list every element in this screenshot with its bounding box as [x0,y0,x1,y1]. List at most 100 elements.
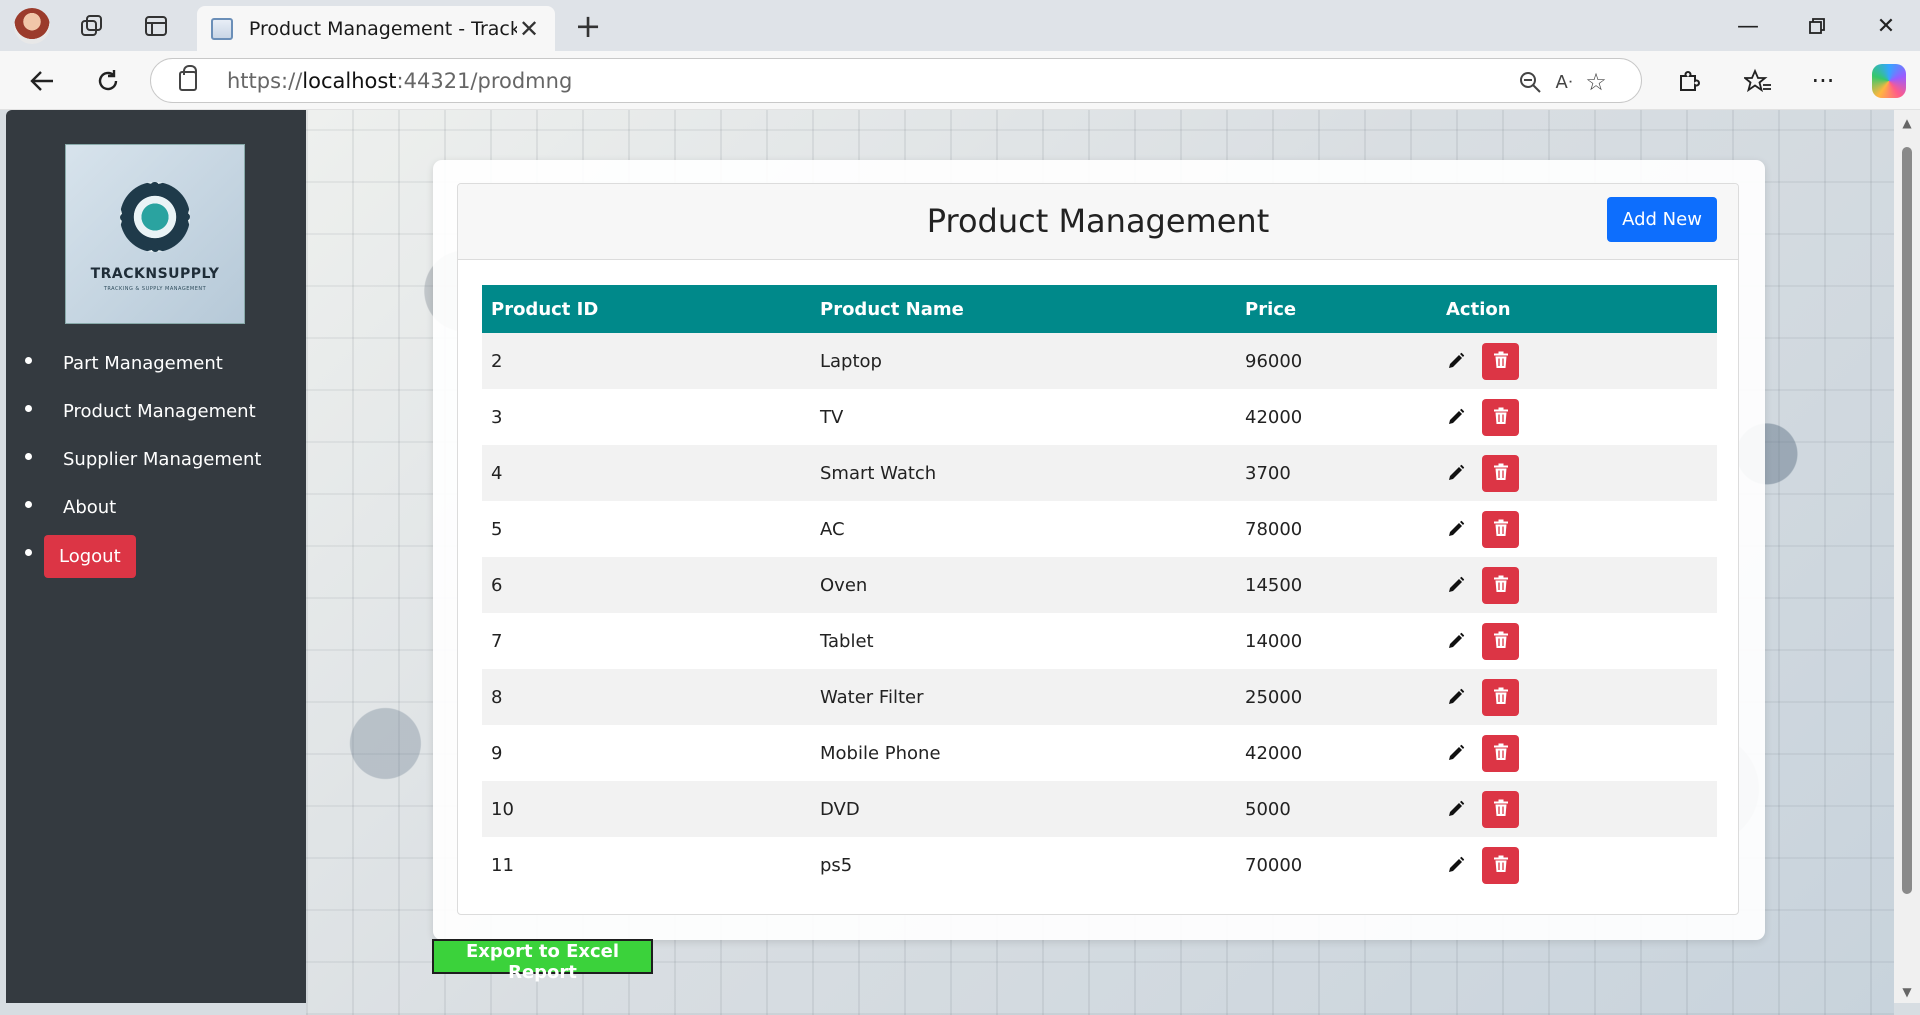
column-header-product-name: Product Name [820,298,964,320]
tab-actions-icon[interactable] [140,10,172,42]
product-name-cell: Oven [820,574,868,596]
logo-text: TRACKNSUPPLY [90,266,220,282]
edit-pencil-icon[interactable] [1446,519,1466,539]
workspaces-icon[interactable] [76,10,108,42]
scroll-up-icon[interactable]: ▲ [1900,116,1914,130]
price-cell: 78000 [1245,518,1303,540]
price-cell: 70000 [1245,854,1303,876]
copilot-icon[interactable] [1872,64,1906,98]
export-excel-button[interactable]: Export to Excel Report [432,939,653,983]
sidebar-item-product-management: Product Management [6,387,306,435]
edit-pencil-icon[interactable] [1446,855,1466,875]
product-table: Product ID Product Name Price Action 2 La… [482,285,1717,893]
gear-truck-icon [120,182,190,252]
extensions-icon[interactable] [1670,63,1706,99]
product-name-cell: DVD [820,798,860,820]
delete-button[interactable] [1482,790,1519,828]
price-cell: 14000 [1245,630,1303,652]
action-cell [1437,613,1717,669]
column-header-action: Action [1446,298,1511,320]
add-new-button[interactable]: Add New [1607,197,1717,242]
table-row: 4 Smart Watch 3700 [482,445,1717,501]
delete-button[interactable] [1482,566,1519,604]
price-cell: 14500 [1245,574,1303,596]
minimize-icon[interactable]: — [1728,8,1768,44]
action-cell [1437,333,1717,389]
zoom-out-icon[interactable] [1513,65,1547,99]
close-window-icon[interactable]: ✕ [1866,8,1906,44]
row-actions [1446,454,1717,492]
row-actions [1446,846,1717,884]
action-cell [1437,445,1717,501]
restore-icon[interactable] [1797,8,1837,44]
product-name-cell: TV [820,406,844,428]
trash-icon [1493,855,1509,876]
logout-button[interactable]: Logout [44,534,136,578]
delete-button[interactable] [1482,398,1519,436]
trash-icon [1493,799,1509,820]
row-actions [1446,790,1717,828]
close-tab-icon[interactable]: ✕ [517,15,541,43]
action-cell [1437,725,1717,781]
new-tab-icon[interactable]: + [572,7,604,45]
product-id-cell: 8 [491,686,503,708]
product-management-link[interactable]: Product Management [63,401,256,422]
page-scrollbar[interactable]: ▲ ▼ [1894,110,1920,1003]
sidebar-item-part-management: Part Management [6,339,306,387]
table-row: 9 Mobile Phone 42000 [482,725,1717,781]
refresh-icon[interactable] [90,63,126,99]
delete-button[interactable] [1482,342,1519,380]
about-link[interactable]: About [63,497,116,518]
row-actions [1446,566,1717,604]
column-header-product-id: Product ID [491,298,599,320]
product-id-cell: 5 [491,518,503,540]
product-name-cell: AC [820,518,845,540]
trash-icon [1493,687,1509,708]
edit-pencil-icon[interactable] [1446,743,1466,763]
supplier-management-link[interactable]: Supplier Management [63,449,261,470]
part-management-link[interactable]: Part Management [63,353,223,374]
more-menu-icon[interactable]: ··· [1805,63,1841,99]
table-row: 7 Tablet 14000 [482,613,1717,669]
delete-button[interactable] [1482,510,1519,548]
table-row: 10 DVD 5000 [482,781,1717,837]
product-id-cell: 10 [491,798,514,820]
edit-pencil-icon[interactable] [1446,463,1466,483]
price-cell: 96000 [1245,350,1303,372]
profile-avatar[interactable] [14,8,50,44]
read-aloud-icon[interactable]: Aᐧ [1547,65,1581,99]
page-favicon-icon [211,17,233,40]
table-row: 3 TV 42000 [482,389,1717,445]
delete-button[interactable] [1482,734,1519,772]
edit-pencil-icon[interactable] [1446,575,1466,595]
scroll-down-icon[interactable]: ▼ [1900,985,1914,999]
table-body: 2 Laptop 96000 3 TV 42000 4 Smart Watch 3700 5 AC 7… [482,333,1717,893]
lock-icon[interactable] [179,64,197,91]
edit-pencil-icon[interactable] [1446,799,1466,819]
active-tab[interactable]: Product Management - TracknSupply ✕ [197,6,555,51]
product-panel: Product Management Add New Product ID Pr… [433,160,1765,940]
delete-button[interactable] [1482,454,1519,492]
back-arrow-icon[interactable] [24,63,60,99]
action-cell [1437,557,1717,613]
favorite-star-icon[interactable]: ☆ [1579,65,1613,99]
delete-button[interactable] [1482,678,1519,716]
delete-button[interactable] [1482,622,1519,660]
table-header-row: Product ID Product Name Price Action [482,285,1717,333]
product-name-cell: ps5 [820,854,853,876]
row-actions [1446,398,1717,436]
table-row: 6 Oven 14500 [482,557,1717,613]
edit-pencil-icon[interactable] [1446,407,1466,427]
product-id-cell: 11 [491,854,514,876]
table-row: 2 Laptop 96000 [482,333,1717,389]
product-id-cell: 6 [491,574,503,596]
edit-pencil-icon[interactable] [1446,351,1466,371]
page-viewport: TRACKNSUPPLY TRACKING & SUPPLY MANAGEMEN… [0,110,1920,1015]
address-bar[interactable]: https://localhost:44321/prodmng ☆ Aᐧ [150,58,1642,103]
browser-toolbar: https://localhost:44321/prodmng ☆ Aᐧ ··· [0,51,1920,110]
delete-button[interactable] [1482,846,1519,884]
edit-pencil-icon[interactable] [1446,631,1466,651]
favorites-bar-icon[interactable] [1740,63,1776,99]
edit-pencil-icon[interactable] [1446,687,1466,707]
scrollbar-thumb[interactable] [1902,147,1912,894]
